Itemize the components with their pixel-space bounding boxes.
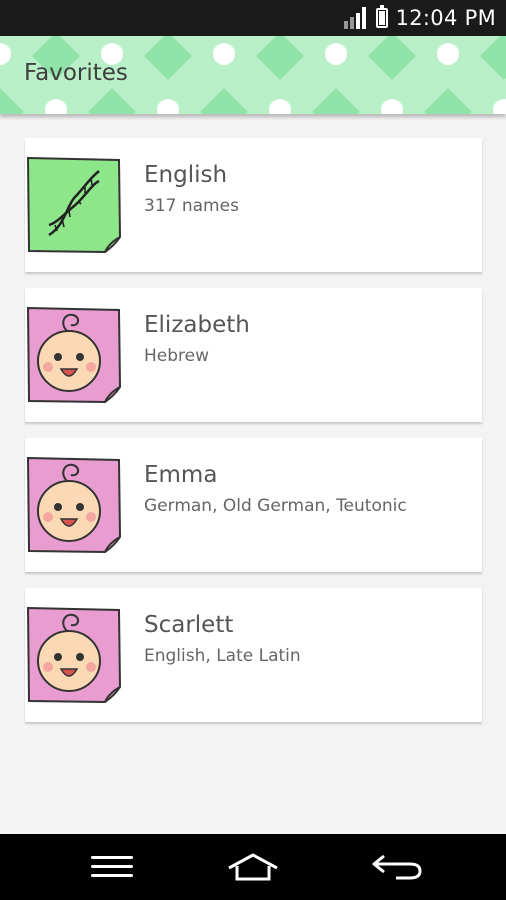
item-subtitle: German, Old German, Teutonic — [144, 496, 407, 516]
battery-icon — [375, 5, 388, 28]
dna-icon — [26, 156, 121, 254]
item-subtitle: Hebrew — [144, 346, 210, 366]
list-item[interactable]: Elizabeth Hebrew — [25, 288, 482, 422]
item-title: Elizabeth — [144, 312, 250, 338]
signal-icon — [343, 7, 366, 29]
status-time: 12:04 PM — [395, 6, 496, 30]
item-title: Emma — [144, 462, 218, 488]
navigation-bar — [0, 834, 506, 900]
baby-face-icon — [26, 606, 121, 704]
home-icon[interactable] — [223, 849, 283, 885]
favorites-list: English 317 names Elizabeth Hebrew Emma … — [25, 138, 482, 738]
list-item[interactable]: Scarlett English, Late Latin — [25, 588, 482, 722]
item-title: Scarlett — [144, 612, 234, 638]
app-header: Favorites — [0, 36, 506, 114]
item-subtitle: English, Late Latin — [144, 646, 301, 666]
page-title: Favorites — [24, 60, 128, 86]
status-bar: 12:04 PM — [0, 0, 506, 36]
item-title: English — [144, 162, 228, 188]
list-item[interactable]: Emma German, Old German, Teutonic — [25, 438, 482, 572]
item-subtitle: 317 names — [144, 196, 239, 216]
list-item[interactable]: English 317 names — [25, 138, 482, 272]
baby-face-icon — [26, 306, 121, 404]
baby-face-icon — [26, 456, 121, 554]
back-icon[interactable] — [367, 849, 427, 885]
menu-icon[interactable] — [82, 849, 142, 885]
